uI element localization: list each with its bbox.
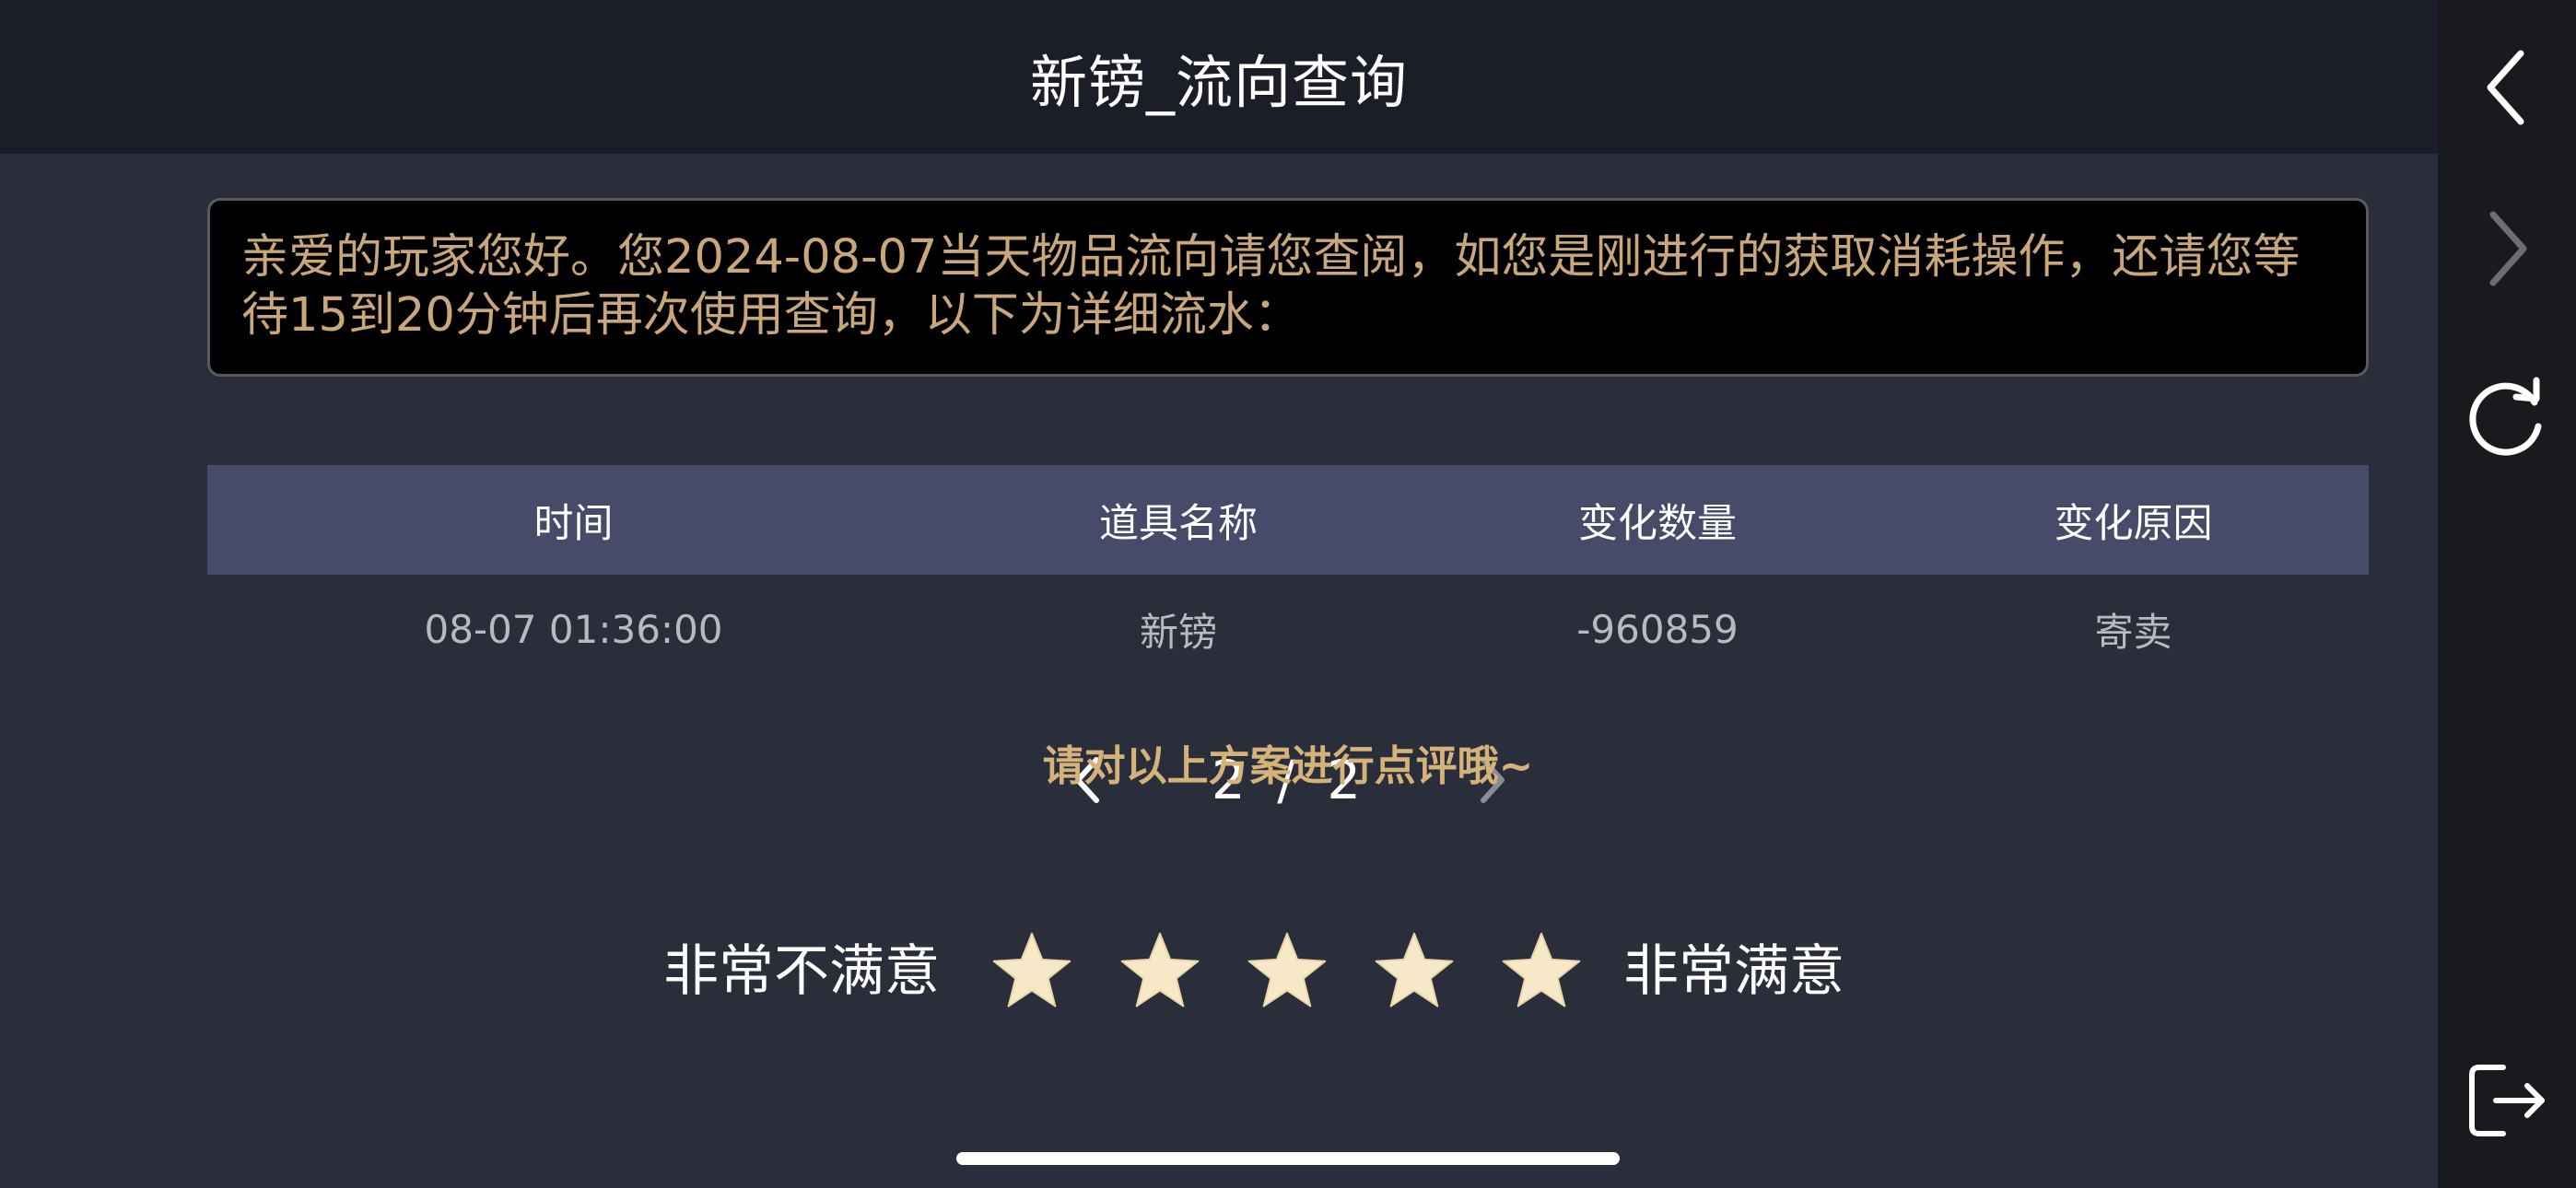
star-icon[interactable]: [1498, 928, 1585, 1015]
refresh-button[interactable]: [2438, 359, 2576, 479]
forward-button[interactable]: [2438, 189, 2576, 309]
cell-change-reason: 寄卖: [2094, 610, 2172, 655]
exit-button[interactable]: [2438, 1041, 2576, 1160]
home-indicator[interactable]: [956, 1152, 1620, 1165]
header-bar: 新镑_流向查询: [0, 0, 2438, 154]
page-title: 新镑_流向查询: [1029, 48, 1408, 116]
star-icon[interactable]: [989, 928, 1075, 1015]
table-row: 08-07 01:36:00 新镑 -960859 寄卖: [207, 575, 2369, 684]
notice-text: 亲爱的玩家您好。您2024-08-07当天物品流向请您查阅，如您是刚进行的获取消…: [241, 230, 2301, 343]
rating-high-label: 非常满意: [1623, 939, 1844, 1004]
column-header-change-reason: 变化原因: [2054, 500, 2213, 547]
rating-bar: 非常不满意 非常满意: [0, 921, 2576, 1022]
column-header-item-name: 道具名称: [1099, 500, 1258, 547]
app-root: 新镑_流向查询 亲爱的玩家您好。您2024-08-07当天物品流向请您查阅，如您…: [0, 0, 2576, 1188]
rating-prompt: 请对以上方案进行点评哦~: [1042, 741, 1534, 790]
star-icon[interactable]: [1371, 928, 1458, 1015]
star-icon[interactable]: [1244, 928, 1330, 1015]
cell-time: 08-07 01:36:00: [424, 607, 723, 652]
flow-table: 时间 道具名称 变化数量 变化原因 08-07 01:36:00 新镑 -960…: [207, 465, 2369, 684]
back-icon: [2487, 50, 2524, 125]
back-button[interactable]: [2438, 28, 2576, 147]
cell-item-name: 新镑: [1139, 610, 1217, 655]
exit-icon: [2469, 1065, 2545, 1136]
column-header-time: 时间: [533, 500, 614, 547]
cell-change-amount: -960859: [1576, 607, 1739, 652]
side-rail: [2438, 0, 2576, 1188]
rating-low-label: 非常不满意: [663, 939, 940, 1004]
star-icon[interactable]: [1117, 928, 1203, 1015]
table-header: 时间 道具名称 变化数量 变化原因: [207, 465, 2369, 575]
main-content: 亲爱的玩家您好。您2024-08-07当天物品流向请您查阅，如您是刚进行的获取消…: [0, 154, 2438, 1188]
column-header-change-amount: 变化数量: [1578, 500, 1737, 547]
forward-icon: [2489, 211, 2527, 286]
refresh-icon: [2469, 377, 2542, 456]
notice-box: 亲爱的玩家您好。您2024-08-07当天物品流向请您查阅，如您是刚进行的获取消…: [207, 198, 2369, 377]
